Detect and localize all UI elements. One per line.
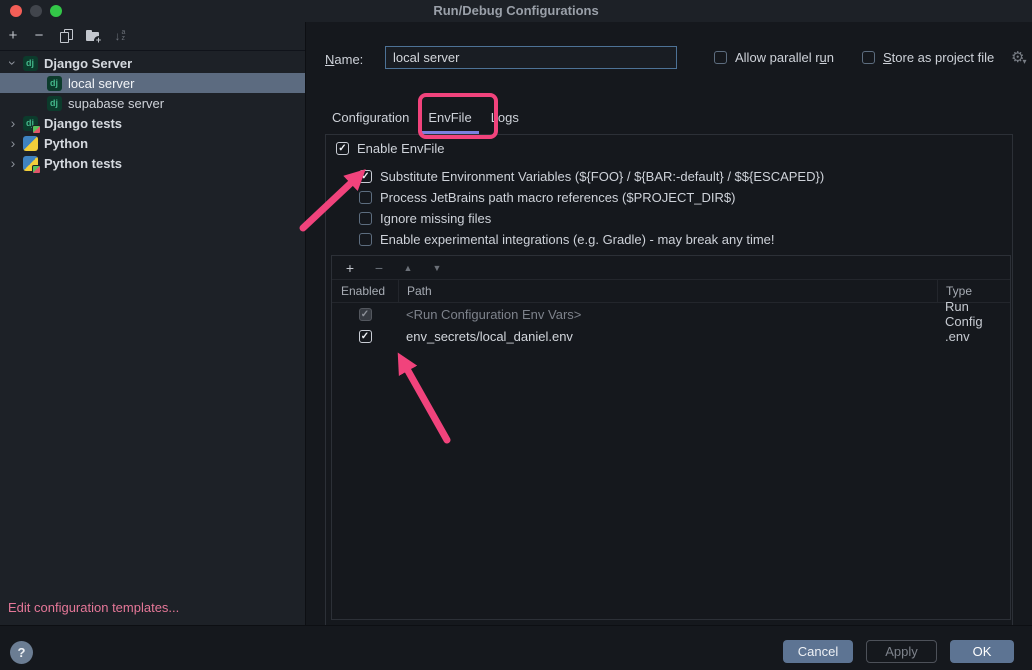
ignore-missing-files-checkbox[interactable]: Ignore missing files xyxy=(359,210,491,226)
run-debug-configurations-dialog: Run/Debug Configurations + − + ↓ az › dj… xyxy=(0,0,1032,670)
checkbox-unchecked[interactable] xyxy=(359,233,372,246)
checkbox-checked[interactable]: ✓ xyxy=(359,170,372,183)
column-header-path[interactable]: Path xyxy=(398,280,937,302)
sidebar-toolbar: + − + ↓ az xyxy=(0,22,305,51)
store-options-gear-icon[interactable]: ⚙▾ xyxy=(1011,48,1026,66)
window-title: Run/Debug Configurations xyxy=(0,3,1032,18)
experimental-integrations-checkbox[interactable]: Enable experimental integrations (e.g. G… xyxy=(359,231,775,247)
apply-button[interactable]: Apply xyxy=(866,640,937,663)
tab-envfile[interactable]: EnvFile xyxy=(421,103,478,134)
checkbox-checked[interactable]: ✓ xyxy=(359,330,372,343)
move-down-icon[interactable]: ▼ xyxy=(429,260,445,276)
chevron-down-icon[interactable]: › xyxy=(5,56,21,70)
checkbox-unchecked[interactable] xyxy=(359,191,372,204)
configuration-tabs: Configuration EnvFile Logs xyxy=(325,103,526,134)
tab-logs[interactable]: Logs xyxy=(484,103,526,134)
add-configuration-icon[interactable]: + xyxy=(5,28,21,44)
process-path-macro-checkbox[interactable]: Process JetBrains path macro references … xyxy=(359,189,735,205)
store-as-project-file-checkbox[interactable]: Store as project file xyxy=(862,50,994,65)
name-input[interactable] xyxy=(385,46,677,69)
ok-button[interactable]: OK xyxy=(950,640,1014,663)
django-tests-icon: dj xyxy=(22,115,38,131)
move-up-icon[interactable]: ▲ xyxy=(400,260,416,276)
help-button[interactable]: ? xyxy=(10,641,33,664)
tree-item-django-server[interactable]: › dj Django Server xyxy=(0,53,305,73)
tab-configuration[interactable]: Configuration xyxy=(325,103,416,134)
envfile-table: + − ▲ ▼ Enabled Path Type ✓ <Run Configu… xyxy=(331,255,1011,620)
titlebar: Run/Debug Configurations xyxy=(0,0,1032,22)
new-folder-icon[interactable]: + xyxy=(85,28,101,44)
substitute-env-variables-checkbox[interactable]: ✓ Substitute Environment Variables (${FO… xyxy=(359,168,824,184)
remove-env-file-icon[interactable]: − xyxy=(371,260,387,276)
allow-parallel-run-checkbox[interactable]: Allow parallel run xyxy=(714,50,834,65)
copy-configuration-icon[interactable] xyxy=(58,28,74,44)
configurations-sidebar: + − + ↓ az › dj Django Server dj local s… xyxy=(0,22,306,625)
chevron-right-icon[interactable]: › xyxy=(6,115,20,131)
chevron-right-icon[interactable]: › xyxy=(6,155,20,171)
python-tests-icon xyxy=(22,155,38,171)
checkbox-unchecked[interactable] xyxy=(714,51,727,64)
configuration-editor: Name: Allow parallel run Store as projec… xyxy=(306,22,1032,625)
django-icon: dj xyxy=(22,55,38,71)
cancel-button[interactable]: Cancel xyxy=(783,640,853,663)
tree-item-supabase-server[interactable]: dj supabase server xyxy=(0,93,305,113)
checkbox-checked-disabled: ✓ xyxy=(359,308,372,321)
name-label: Name: xyxy=(325,52,363,67)
checkbox-checked[interactable]: ✓ xyxy=(336,142,349,155)
checkbox-unchecked[interactable] xyxy=(862,51,875,64)
tree-item-local-server[interactable]: dj local server xyxy=(0,73,305,93)
django-icon: dj xyxy=(46,75,62,91)
tree-item-python-tests[interactable]: › Python tests xyxy=(0,153,305,173)
enable-envfile-checkbox[interactable]: ✓ Enable EnvFile xyxy=(336,140,444,156)
tree-item-python[interactable]: › Python xyxy=(0,133,305,153)
python-icon xyxy=(22,135,38,151)
table-row-run-config-env-vars[interactable]: ✓ <Run Configuration Env Vars> Run Confi… xyxy=(332,303,1010,325)
add-env-file-icon[interactable]: + xyxy=(342,260,358,276)
chevron-right-icon[interactable]: › xyxy=(6,135,20,151)
envfile-table-toolbar: + − ▲ ▼ xyxy=(332,256,1010,280)
tree-item-django-tests[interactable]: › dj Django tests xyxy=(0,113,305,133)
checkbox-unchecked[interactable] xyxy=(359,212,372,225)
remove-configuration-icon[interactable]: − xyxy=(31,28,47,44)
edit-configuration-templates-link[interactable]: Edit configuration templates... xyxy=(8,600,179,615)
django-icon: dj xyxy=(46,95,62,111)
column-header-enabled[interactable]: Enabled xyxy=(332,280,398,302)
sort-configurations-icon[interactable]: ↓ az xyxy=(112,28,128,44)
envfile-table-header: Enabled Path Type xyxy=(332,280,1010,303)
envfile-tab-panel: ✓ Enable EnvFile ✓ Substitute Environmen… xyxy=(325,134,1013,625)
table-row-env-secrets-file[interactable]: ✓ env_secrets/local_daniel.env .env xyxy=(332,325,1010,347)
dialog-footer: ? Cancel Apply OK xyxy=(0,625,1032,670)
